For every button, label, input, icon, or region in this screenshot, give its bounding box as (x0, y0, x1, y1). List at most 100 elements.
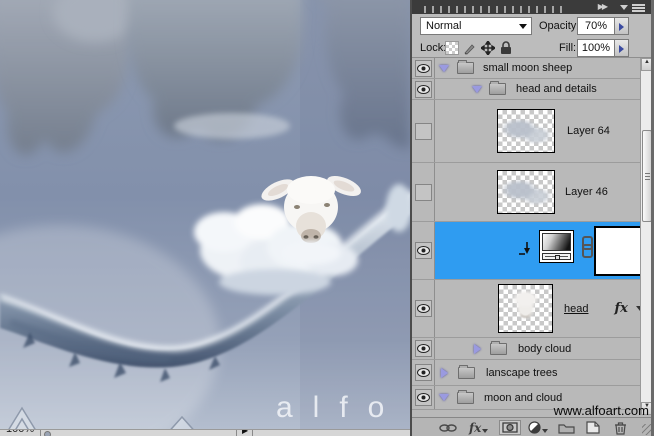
blend-mode-row: Normal Opacity: 70% (412, 14, 654, 38)
layer-mask-thumbnail[interactable] (594, 226, 643, 276)
adjustment-slider (542, 253, 571, 260)
layer-name[interactable]: body cloud (518, 343, 571, 355)
layer-style-button[interactable]: fx (469, 420, 489, 435)
visibility-toggle[interactable] (412, 280, 435, 337)
trash-icon (615, 421, 626, 435)
status-bar[interactable]: 100% ▶ (0, 429, 410, 436)
new-layer-button[interactable] (586, 420, 600, 435)
expand-triangle-icon[interactable] (472, 85, 482, 93)
layers-list: small moon sheep head and details Layer … (412, 58, 644, 417)
status-icon (44, 431, 51, 436)
layer-row-head[interactable]: head fx (412, 280, 644, 338)
folder-icon (490, 340, 507, 355)
fill-spinner-button[interactable] (615, 39, 629, 57)
collapse-panel-icon[interactable]: ▶▶ (598, 2, 608, 11)
gradient-preview (542, 233, 571, 251)
delete-layer-button[interactable] (614, 420, 627, 435)
layer-thumbnail[interactable] (498, 284, 553, 333)
panel-tab-strip[interactable]: ▶▶ (412, 0, 654, 14)
clipping-mask-arrow-icon (519, 242, 530, 255)
opacity-label: Opacity: (539, 20, 580, 32)
layer-thumbnail[interactable] (497, 109, 555, 153)
layer-name[interactable]: head (564, 303, 588, 315)
layer-row-layer-46[interactable]: Layer 46 (412, 163, 640, 222)
thumbnail-cloud-preview (498, 110, 554, 152)
eye-icon (416, 393, 430, 402)
layers-panel-footer: fx (412, 417, 654, 436)
status-divider (236, 430, 237, 436)
layer-mask-icon (502, 422, 518, 433)
adjustment-layer-thumbnail[interactable] (539, 230, 574, 263)
document-canvas[interactable]: alfo 100% ▶ (0, 0, 410, 436)
expand-triangle-icon[interactable] (441, 367, 448, 378)
layer-name[interactable]: head and details (516, 83, 597, 95)
adjustment-layer-icon (528, 421, 541, 434)
visibility-toggle[interactable] (412, 360, 435, 385)
status-menu-arrow-icon[interactable]: ▶ (242, 430, 248, 435)
visibility-toggle-empty[interactable] (412, 163, 435, 221)
new-group-button[interactable] (558, 420, 575, 435)
clipped-tab-labels (424, 6, 564, 13)
status-divider (40, 430, 41, 436)
fill-field[interactable]: 100% (577, 39, 615, 57)
visibility-toggle[interactable] (412, 338, 435, 359)
lock-row: Lock: Fill: 100% (412, 38, 654, 58)
thumbnail-sheep-preview (499, 285, 552, 332)
visibility-toggle[interactable] (412, 386, 435, 409)
layer-thumbnail[interactable] (497, 170, 555, 214)
menu-bars-icon (632, 4, 645, 6)
folder-icon (458, 364, 475, 379)
expand-triangle-icon[interactable] (474, 343, 481, 354)
visibility-toggle[interactable] (412, 79, 435, 99)
layer-row-adjustment-selected[interactable] (412, 222, 643, 280)
layer-name[interactable]: Layer 46 (565, 186, 608, 198)
canvas-watermark-text: alfo (276, 391, 404, 424)
panel-menu-icon[interactable] (620, 3, 646, 12)
layer-row-layer-64[interactable]: Layer 64 (412, 100, 640, 163)
link-layers-button[interactable] (439, 420, 457, 435)
opacity-spinner-button[interactable] (615, 17, 629, 35)
opacity-field[interactable]: 70% (577, 17, 615, 35)
layer-row-body-cloud[interactable]: body cloud (412, 338, 640, 360)
layer-effects-badge[interactable]: fx (614, 301, 627, 316)
expand-triangle-icon[interactable] (439, 394, 449, 401)
lock-position-icon[interactable] (479, 39, 497, 57)
lock-label: Lock: (420, 42, 447, 54)
add-layer-mask-button[interactable] (499, 420, 521, 435)
photoshop-window: { "canvas": { "watermark": "alfo", "stat… (0, 0, 654, 436)
adjustment-dropdown-arrow-icon (542, 428, 548, 433)
status-divider (252, 430, 253, 436)
lock-brush-icon[interactable] (463, 41, 477, 55)
eye-icon (416, 246, 430, 255)
mask-link-icon[interactable] (581, 236, 593, 258)
new-group-folder-icon (558, 423, 575, 434)
dropdown-arrow-icon (519, 24, 527, 29)
layer-row-small-moon-sheep[interactable]: small moon sheep (412, 58, 640, 79)
expand-triangle-icon[interactable] (439, 64, 449, 72)
visibility-toggle-empty[interactable] (412, 100, 435, 162)
visibility-toggle[interactable] (412, 58, 435, 78)
layer-row-head-and-details[interactable]: head and details (412, 79, 640, 100)
folder-icon (489, 81, 506, 95)
layer-row-lanscape-trees[interactable]: lanscape trees (412, 360, 640, 386)
layer-name[interactable]: Layer 64 (567, 125, 610, 137)
layer-name[interactable]: small moon sheep (483, 62, 572, 74)
folder-icon (457, 389, 474, 404)
layer-name[interactable]: moon and cloud (484, 392, 562, 404)
new-adjustment-layer-button[interactable] (528, 420, 548, 435)
folder-icon (457, 60, 474, 74)
eye-icon (416, 84, 430, 94)
lock-transparency-icon[interactable] (445, 41, 459, 55)
blend-mode-select[interactable]: Normal (420, 17, 532, 35)
status-zoom-level[interactable]: 100% (0, 430, 410, 435)
layer-name[interactable]: lanscape trees (486, 367, 558, 379)
blend-mode-value: Normal (426, 20, 462, 32)
chain-link-icon (439, 423, 457, 432)
menu-triangle-icon (620, 5, 628, 10)
eye-icon (416, 368, 430, 377)
layers-panel: ▶▶ Normal Opacity: 70% Lock: Fill: 100% … (410, 0, 654, 436)
lock-all-icon[interactable] (499, 41, 513, 55)
visibility-toggle[interactable] (412, 222, 435, 279)
up-arrow-icon: ▲ (644, 59, 650, 65)
site-watermark: www.alfoart.com (553, 403, 649, 418)
